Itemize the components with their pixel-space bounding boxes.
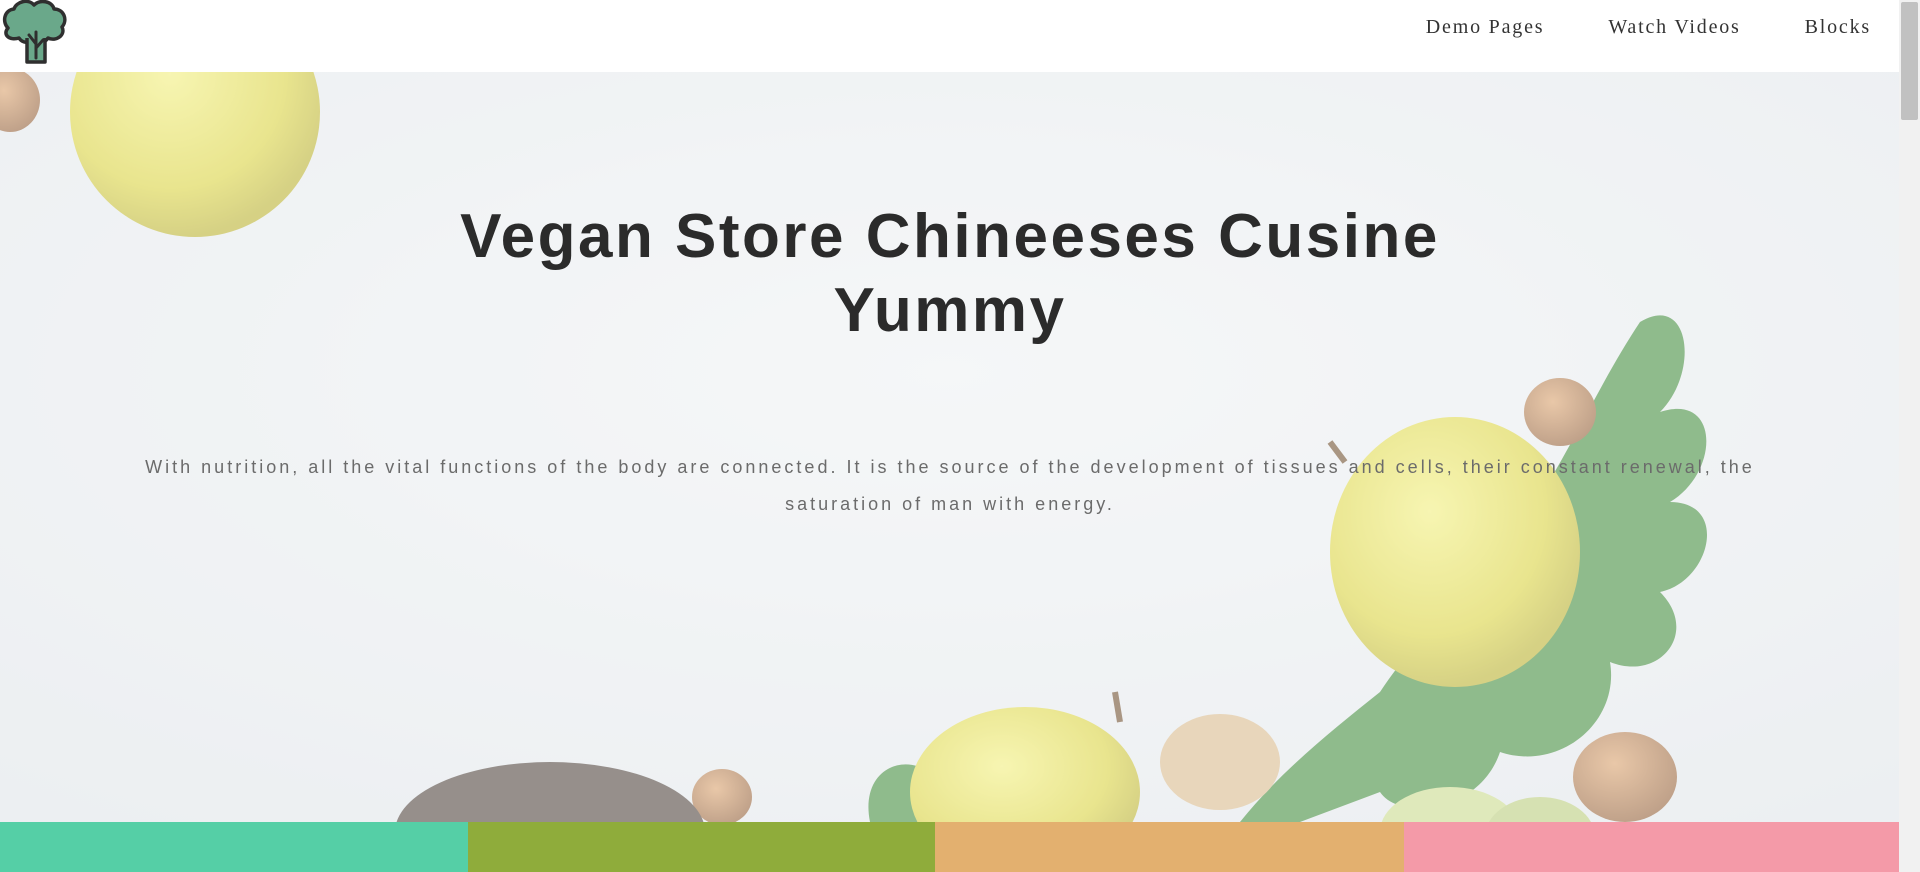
nav-watch-videos[interactable]: Watch Videos xyxy=(1608,16,1740,39)
color-bar-teal[interactable] xyxy=(0,822,468,872)
page: Demo Pages Watch Videos Blocks Vegan Sto… xyxy=(0,0,1920,872)
hero-section: Vegan Store Chineeses Cusine Yummy With … xyxy=(0,72,1899,822)
broccoli-logo-icon[interactable] xyxy=(0,0,82,66)
nav-blocks[interactable]: Blocks xyxy=(1805,16,1871,39)
hero-description: With nutrition, all the vital functions … xyxy=(145,457,1755,514)
color-bar-pink[interactable] xyxy=(1404,822,1899,872)
page-scrollbar[interactable] xyxy=(1899,0,1920,872)
scrollbar-thumb[interactable] xyxy=(1901,2,1918,120)
site-header: Demo Pages Watch Videos Blocks xyxy=(0,0,1899,72)
hero-title: Vegan Store Chineeses Cusine Yummy xyxy=(460,202,1440,345)
hero-overlay xyxy=(0,72,1899,822)
nav-demo-pages[interactable]: Demo Pages xyxy=(1426,16,1545,39)
color-bar-orange[interactable] xyxy=(935,822,1404,872)
color-bars xyxy=(0,822,1899,872)
color-bar-green[interactable] xyxy=(468,822,935,872)
main-nav: Demo Pages Watch Videos Blocks xyxy=(1362,0,1871,54)
